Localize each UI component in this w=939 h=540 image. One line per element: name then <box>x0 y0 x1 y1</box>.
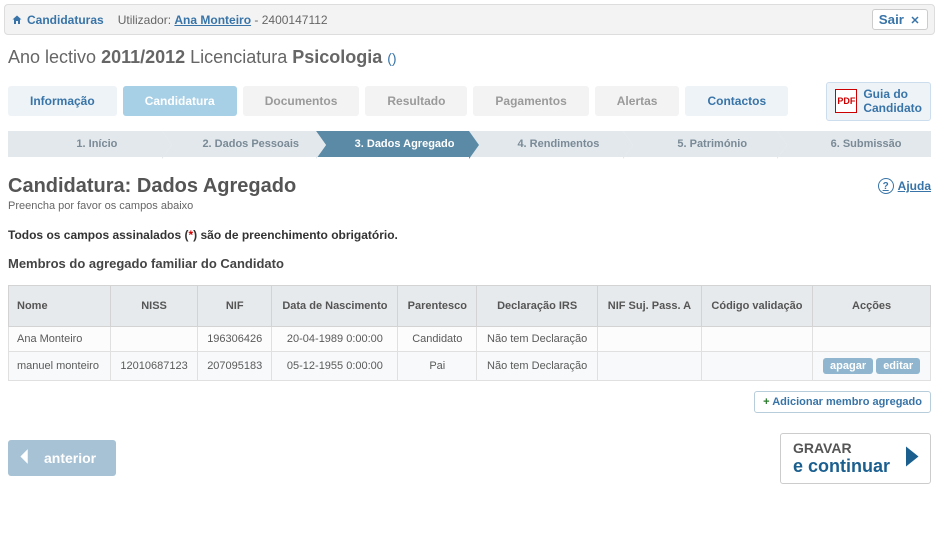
col-nome: Nome <box>9 285 111 326</box>
tab-pagamentos[interactable]: Pagamentos <box>473 86 588 116</box>
tab-contactos[interactable]: Contactos <box>685 86 788 116</box>
heading-year: 2011/2012 <box>101 47 185 67</box>
cell-niss: 12010687123 <box>111 351 198 380</box>
previous-button[interactable]: anterior <box>8 440 116 476</box>
tab-informacao[interactable]: Informação <box>8 86 117 116</box>
col-acc: Acções <box>813 285 931 326</box>
mand-post: ) são de preenchimento obrigatório. <box>193 228 398 242</box>
guide-line1: Guia do <box>863 87 908 101</box>
chevron-right-icon <box>896 440 926 477</box>
nav-row: anterior GRAVAR e continuar <box>0 419 939 494</box>
delete-button[interactable]: apagar <box>823 358 873 374</box>
tab-candidatura[interactable]: Candidatura <box>123 86 237 116</box>
cell-dn: 20-04-1989 0:00:00 <box>272 326 398 351</box>
heading-prefix: Ano lectivo <box>8 47 101 67</box>
cell-nome: Ana Monteiro <box>9 326 111 351</box>
page-subtitle: Preencha por favor os campos abaixo <box>0 200 939 222</box>
col-codval: Código validação <box>701 285 813 326</box>
pdf-icon: PDF <box>835 89 857 113</box>
page-title-row: Candidatura: Dados Agregado ? Ajuda <box>0 167 939 200</box>
step-submissao[interactable]: 6. Submissão <box>777 131 931 157</box>
user-info: Utilizador: Ana Monteiro - 2400147112 <box>118 13 328 27</box>
cell-parent: Pai <box>398 351 477 380</box>
table-row: manuel monteiro 12010687123 207095183 05… <box>9 351 931 380</box>
cell-codval <box>701 351 813 380</box>
cell-nif: 207095183 <box>198 351 272 380</box>
cell-irs: Não tem Declaração <box>477 326 598 351</box>
help-link[interactable]: ? Ajuda <box>878 178 931 194</box>
top-bar: Candidaturas Utilizador: Ana Monteiro - … <box>4 4 935 35</box>
guide-line2: Candidato <box>863 101 922 115</box>
logout-label: Sair <box>879 12 904 27</box>
step-patrimonio[interactable]: 5. Património <box>623 131 777 157</box>
step-dados-pessoais[interactable]: 2. Dados Pessoais <box>162 131 316 157</box>
cell-nome: manuel monteiro <box>9 351 111 380</box>
cell-nifsuj <box>598 326 702 351</box>
guide-button[interactable]: PDF Guia doCandidato <box>826 82 931 121</box>
cell-dn: 05-12-1955 0:00:00 <box>272 351 398 380</box>
col-niss: NISS <box>111 285 198 326</box>
heading-mid: Licenciatura <box>185 47 292 67</box>
next-label-2: e continuar <box>793 456 890 477</box>
tab-alertas[interactable]: Alertas <box>595 86 680 116</box>
user-id: 2400147112 <box>262 13 328 27</box>
chevron-left-icon <box>14 446 36 471</box>
cell-nif: 196306426 <box>198 326 272 351</box>
logout-button[interactable]: Sair <box>872 9 928 30</box>
step-rendimentos[interactable]: 4. Rendimentos <box>469 131 623 157</box>
edit-button[interactable]: editar <box>876 358 920 374</box>
candidaturas-link[interactable]: Candidaturas <box>11 13 104 27</box>
members-table: Nome NISS NIF Data de Nascimento Parente… <box>8 285 931 381</box>
user-label: Utilizador: <box>118 13 171 27</box>
col-irs: Declaração IRS <box>477 285 598 326</box>
add-member-button[interactable]: + Adicionar membro agregado <box>754 391 931 413</box>
page-title: Candidatura: Dados Agregado <box>8 175 296 198</box>
tabs-row: Informação Candidatura Documentos Result… <box>0 70 939 127</box>
step-dados-agregado[interactable]: 3. Dados Agregado <box>316 131 470 157</box>
section-title: Membros do agregado familiar do Candidat… <box>0 248 939 281</box>
wizard-steps: 1. Início 2. Dados Pessoais 3. Dados Agr… <box>0 127 939 167</box>
help-icon: ? <box>878 178 894 194</box>
save-continue-button[interactable]: GRAVAR e continuar <box>780 433 931 484</box>
add-row: + Adicionar membro agregado <box>0 385 939 419</box>
cell-irs: Não tem Declaração <box>477 351 598 380</box>
candidaturas-label: Candidaturas <box>27 13 104 27</box>
col-parent: Parentesco <box>398 285 477 326</box>
tab-documentos[interactable]: Documentos <box>243 86 360 116</box>
step-inicio[interactable]: 1. Início <box>8 131 162 157</box>
cell-niss <box>111 326 198 351</box>
mand-pre: Todos os campos assinalados ( <box>8 228 189 242</box>
cell-codval <box>701 326 813 351</box>
next-label-1: GRAVAR <box>793 440 890 456</box>
page-heading: Ano lectivo 2011/2012 Licenciatura Psico… <box>0 39 939 70</box>
cell-nifsuj <box>598 351 702 380</box>
add-member-label: Adicionar membro agregado <box>772 396 922 408</box>
cell-acc <box>813 326 931 351</box>
cell-acc: apagar editar <box>813 351 931 380</box>
table-row: Ana Monteiro 196306426 20-04-1989 0:00:0… <box>9 326 931 351</box>
col-nifsuj: NIF Suj. Pass. A <box>598 285 702 326</box>
heading-paren: () <box>387 50 396 66</box>
previous-label: anterior <box>44 450 96 466</box>
plus-icon: + <box>763 396 769 408</box>
user-name-link[interactable]: Ana Monteiro <box>174 13 251 27</box>
col-nif: NIF <box>198 285 272 326</box>
mandatory-note: Todos os campos assinalados (*) são de p… <box>0 222 939 248</box>
help-label: Ajuda <box>898 179 931 193</box>
home-icon <box>11 14 23 26</box>
close-icon <box>909 14 921 26</box>
col-dn: Data de Nascimento <box>272 285 398 326</box>
cell-parent: Candidato <box>398 326 477 351</box>
heading-course: Psicologia <box>292 47 382 67</box>
tab-resultado[interactable]: Resultado <box>365 86 467 116</box>
